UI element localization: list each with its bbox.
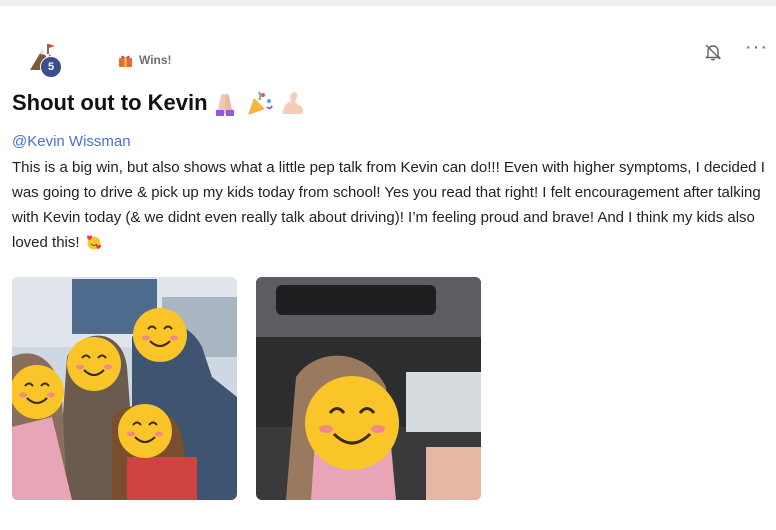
top-divider-strip <box>0 0 776 6</box>
post-header: 5 Wins! ··· <box>0 34 776 78</box>
face-cover-emoji <box>133 308 187 362</box>
face-cover-emoji <box>118 404 172 458</box>
title-emojis <box>211 90 307 116</box>
gift-icon <box>119 55 132 67</box>
group-selfie-photo[interactable] <box>12 277 237 500</box>
flexed-biceps-emoji <box>282 92 303 114</box>
party-popper-emoji <box>247 91 273 115</box>
face-cover-emoji <box>12 365 64 419</box>
more-options-button[interactable]: ··· <box>745 37 769 60</box>
bell-off-icon <box>704 44 722 61</box>
smiling-face-with-hearts-emoji <box>86 235 101 250</box>
face-cover-emoji <box>305 376 399 470</box>
author-avatar[interactable]: 5 <box>28 42 68 78</box>
mention-link[interactable]: @Kevin Wissman <box>12 133 131 150</box>
post-body-text: This is a big win, but also shows what a… <box>12 159 765 251</box>
group-selfie-image <box>12 277 237 500</box>
face-cover-emoji <box>67 337 121 391</box>
car-selfie-photo[interactable] <box>256 277 481 500</box>
folded-hands-emoji <box>215 93 234 116</box>
level-badge: 5 <box>40 56 62 78</box>
category-label: Wins! <box>139 53 172 67</box>
post-title: Shout out to Kevin <box>12 90 208 115</box>
post-title-row: Shout out to Kevin <box>12 86 307 120</box>
post-body: This is a big win, but also shows what a… <box>12 155 772 255</box>
car-selfie-image <box>256 277 481 500</box>
category-tag[interactable]: Wins! <box>118 53 172 67</box>
mute-notifications-button[interactable] <box>703 42 723 62</box>
